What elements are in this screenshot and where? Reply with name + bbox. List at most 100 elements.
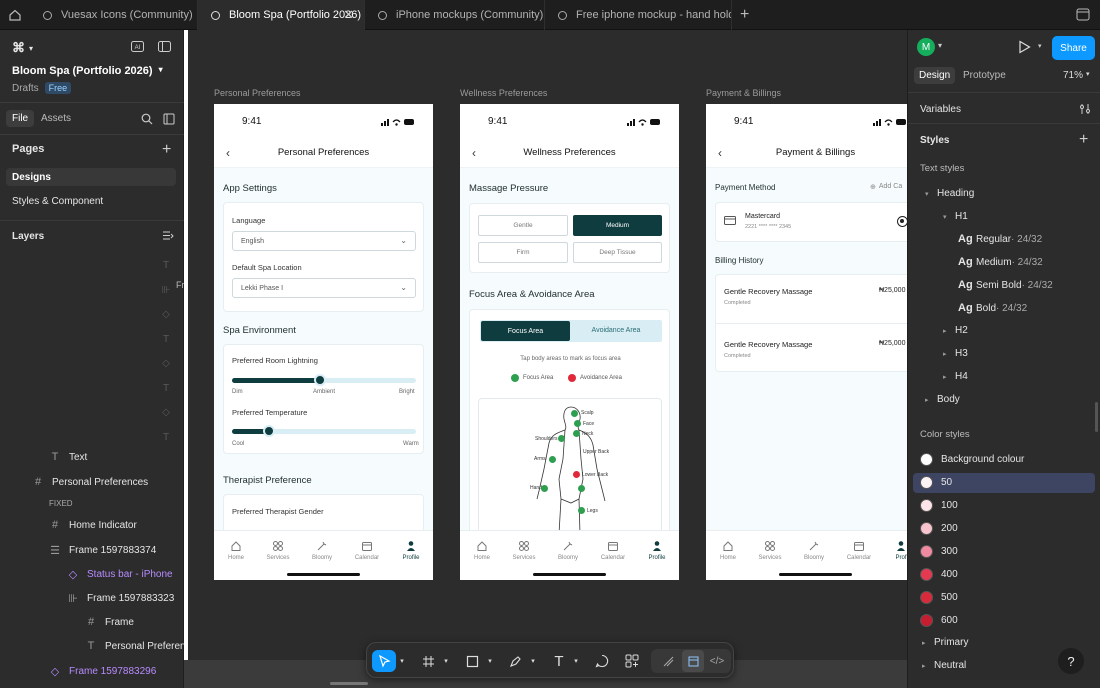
home-icon[interactable] xyxy=(8,8,22,22)
language-select[interactable]: English ⌄ xyxy=(232,231,416,251)
drafts-label[interactable]: Drafts xyxy=(12,83,39,94)
location-select[interactable]: Lekki Phase I ⌄ xyxy=(232,278,416,298)
page-item-styles-component[interactable]: Styles & Component xyxy=(12,196,103,207)
help-button[interactable]: ? xyxy=(1058,648,1084,674)
body-point-shoulders[interactable] xyxy=(558,435,565,442)
layer-frame[interactable]: # Frame xyxy=(85,616,134,628)
card-radio[interactable] xyxy=(897,216,907,227)
body-point-legs[interactable] xyxy=(578,507,585,514)
avoidance-area-tab[interactable]: Avoidance Area xyxy=(570,327,662,334)
body-point-hand[interactable] xyxy=(541,485,548,492)
vertical-scrollbar[interactable] xyxy=(1095,402,1098,432)
body-group[interactable]: ▸ Body xyxy=(925,394,960,405)
text-style-regular[interactable]: Ag Regular · 24/32 xyxy=(958,233,1042,245)
chevron-down-icon[interactable]: ▾ xyxy=(398,650,406,672)
layer-frame-1597883374[interactable]: ☰ Frame 1597883374 xyxy=(49,544,156,557)
pen-tool-icon[interactable] xyxy=(504,650,526,672)
billing-row[interactable]: Gentle Recovery Massage Completed ₦25,00… xyxy=(716,275,907,324)
h4-group[interactable]: ▸ H4 xyxy=(943,371,968,382)
layer-status-bar[interactable]: ◇ Status bar - iPhone xyxy=(67,568,173,581)
dev-mode-icon[interactable]: </> xyxy=(706,650,728,672)
h1-group[interactable]: ▾ H1 xyxy=(943,211,968,222)
color-style-300[interactable]: 300 xyxy=(920,545,958,558)
library-icon[interactable] xyxy=(163,113,175,125)
pressure-medium-button[interactable]: Medium xyxy=(573,215,662,236)
nav-item-bloomy[interactable]: Bloomy xyxy=(548,539,588,561)
nav-item-profile[interactable]: Profile xyxy=(637,539,677,561)
close-icon[interactable]: ✕ xyxy=(343,7,354,23)
temperature-slider[interactable] xyxy=(232,425,416,437)
search-icon[interactable] xyxy=(141,113,153,125)
add-style-plus-icon[interactable]: + xyxy=(1079,131,1088,149)
nav-item-home[interactable]: Home xyxy=(216,539,256,561)
add-page-plus-icon[interactable]: + xyxy=(162,141,171,159)
layer-text[interactable]: T Text xyxy=(49,451,88,463)
tab-bloom-spa[interactable]: Bloom Spa (Portfolio 2026) ✕ xyxy=(198,0,365,30)
chevron-down-icon[interactable]: ▾ xyxy=(442,650,450,672)
chevron-down-icon[interactable]: ▾ xyxy=(529,650,537,672)
nav-item-bloomy[interactable]: Bloomy xyxy=(302,539,342,561)
frame-tool-icon[interactable] xyxy=(417,650,439,672)
draw-mode-icon[interactable] xyxy=(657,650,679,672)
nav-item-home[interactable]: Home xyxy=(462,539,502,561)
layer-frame-1597883296[interactable]: ◇ Frame 1597883296 xyxy=(49,665,157,678)
design-mode-icon[interactable] xyxy=(682,650,704,672)
body-point-arms[interactable] xyxy=(549,456,556,463)
body-point-hip[interactable] xyxy=(578,485,585,492)
file-name[interactable]: Bloom Spa (Portfolio 2026) ▾ xyxy=(12,65,163,77)
body-point-scalp[interactable] xyxy=(571,410,578,417)
frame-wellness-preferences[interactable]: 9:41 ‹ Wellness Preferences Massage Pres… xyxy=(460,104,679,580)
main-menu-button[interactable]: ⌘ ▾ xyxy=(12,40,33,56)
add-card-link[interactable]: ⊕ Add Ca xyxy=(870,183,902,191)
body-point-neck[interactable] xyxy=(573,430,580,437)
tab-free-iphone-mockup[interactable]: Free iphone mockup - hand holding iP xyxy=(545,0,732,30)
panels-icon[interactable] xyxy=(1076,8,1090,21)
primary-group[interactable]: ▸ Primary xyxy=(922,637,968,648)
avatar[interactable]: M xyxy=(917,38,935,56)
tab-prototype[interactable]: Prototype xyxy=(963,70,1006,81)
text-style-bold[interactable]: Ag Bold · 24/32 xyxy=(958,302,1027,314)
frame-label-wellness[interactable]: Wellness Preferences xyxy=(460,88,547,98)
color-style-600[interactable]: 600 xyxy=(920,614,958,627)
variables-label[interactable]: Variables xyxy=(920,104,961,115)
present-play-icon[interactable] xyxy=(1018,40,1031,54)
body-point-lower-back[interactable] xyxy=(573,471,580,478)
heading-group[interactable]: ▾ Heading xyxy=(925,188,974,199)
layer-home-indicator[interactable]: # Home Indicator xyxy=(49,519,137,531)
back-arrow-icon[interactable]: ‹ xyxy=(718,146,722,160)
layer-personal-preferences[interactable]: # Personal Preferences xyxy=(32,476,148,488)
body-point-face[interactable] xyxy=(574,420,581,427)
nav-item-services[interactable]: Services xyxy=(504,539,544,561)
text-style-medium[interactable]: Ag Medium · 24/32 xyxy=(958,256,1043,268)
nav-item-bloomy[interactable]: Bloomy xyxy=(794,539,834,561)
text-style-semibold[interactable]: Ag Semi Bold · 24/32 xyxy=(958,279,1053,291)
nav-item-services[interactable]: Services xyxy=(750,539,790,561)
actions-icon[interactable] xyxy=(621,650,643,672)
share-button[interactable]: Share xyxy=(1052,36,1095,60)
color-style-50[interactable]: 50 xyxy=(920,476,952,489)
tab-iphone-mockups[interactable]: iPhone mockups (Community) xyxy=(365,0,545,30)
nav-item-profile[interactable]: Profile xyxy=(391,539,431,561)
ai-icon[interactable]: AI xyxy=(131,41,144,52)
neutral-group[interactable]: ▸ Neutral xyxy=(922,660,966,671)
sidebar-toggle-icon[interactable] xyxy=(158,41,171,52)
chevron-down-icon[interactable]: ▾ xyxy=(486,650,494,672)
text-tool-icon[interactable]: T xyxy=(548,650,570,672)
new-tab-plus-icon[interactable]: + xyxy=(740,6,749,24)
body-map[interactable]: Scalp Face Neck Shoulders Upper Back Arm… xyxy=(478,398,662,538)
move-tool-icon[interactable] xyxy=(372,650,396,672)
temperature-slider-knob[interactable] xyxy=(263,425,275,437)
color-style-200[interactable]: 200 xyxy=(920,522,958,535)
tab-file[interactable]: File xyxy=(6,110,35,127)
pressure-deep-tissue-button[interactable]: Deep Tissue xyxy=(573,242,662,263)
frame-personal-preferences[interactable]: 9:41 ‹ Personal Preferences App Settings… xyxy=(214,104,433,580)
h3-group[interactable]: ▸ H3 xyxy=(943,348,968,359)
pressure-firm-button[interactable]: Firm xyxy=(478,242,568,263)
color-style-100[interactable]: 100 xyxy=(920,499,958,512)
tab-design[interactable]: Design xyxy=(914,67,956,84)
tab-assets[interactable]: Assets xyxy=(41,113,71,124)
card-item[interactable]: Mastercard 2221 **** **** 2345 xyxy=(715,202,907,242)
nav-item-home[interactable]: Home xyxy=(708,539,748,561)
nav-item-calendar[interactable]: Calendar xyxy=(839,539,879,561)
color-style-400[interactable]: 400 xyxy=(920,568,958,581)
